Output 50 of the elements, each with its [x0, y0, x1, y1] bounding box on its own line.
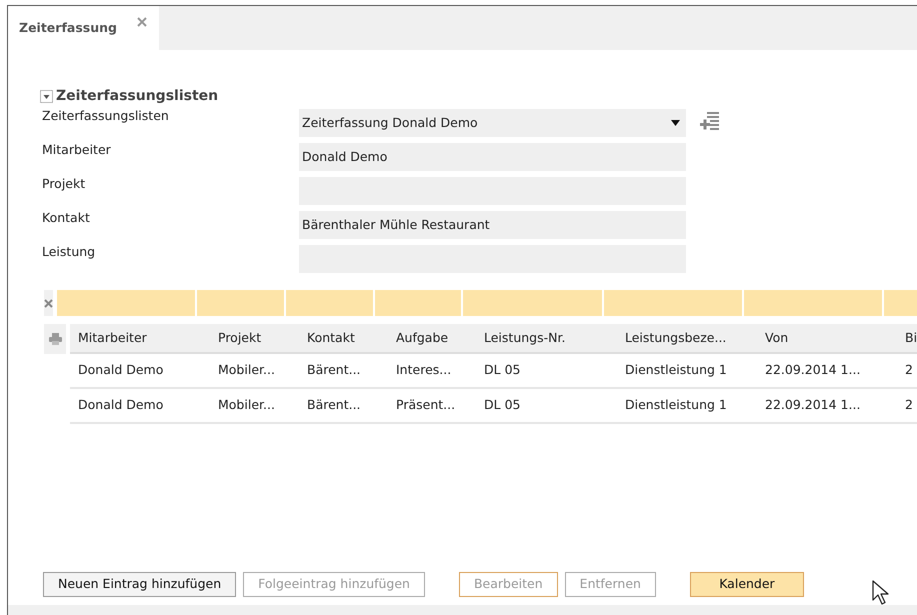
- table-cell-text: Donald Demo: [77, 396, 164, 414]
- filter-cell[interactable]: [197, 290, 286, 316]
- collapse-icon[interactable]: [40, 90, 53, 103]
- cursor-icon: [872, 580, 890, 606]
- field-label: Leistung: [41, 243, 96, 261]
- column-header[interactable]: Bi: [897, 324, 917, 352]
- button[interactable]: Kalender: [690, 572, 804, 597]
- filter-cell[interactable]: [286, 290, 375, 316]
- column-header[interactable]: Mitarbeiter: [70, 324, 210, 352]
- table-cell-text: 2: [904, 396, 914, 414]
- input-field[interactable]: Bärenthaler Mühle Restaurant: [299, 211, 686, 239]
- column-header[interactable]: Leistungsbeze...: [617, 324, 757, 352]
- button[interactable]: Neuen Eintrag hinzufügen: [43, 572, 236, 597]
- table-cell-text: Bärent...: [306, 361, 362, 380]
- filter-cell[interactable]: [375, 290, 463, 316]
- section-title: Zeiterfassungslisten: [56, 87, 218, 106]
- filter-cell[interactable]: [57, 290, 197, 316]
- print-icon[interactable]: [44, 324, 66, 354]
- column-header[interactable]: Kontakt: [299, 324, 388, 352]
- column-header[interactable]: Von: [757, 324, 897, 352]
- filter-cell[interactable]: [463, 290, 604, 316]
- add-list-icon[interactable]: [700, 111, 720, 133]
- clear-filter-icon[interactable]: [44, 290, 53, 316]
- table-cell-text: 22.09.2014 1...: [764, 361, 862, 380]
- caret-icon: [671, 120, 680, 126]
- column-header[interactable]: Aufgabe: [388, 324, 476, 352]
- table-cell-text: Bärent...: [306, 396, 362, 414]
- tab[interactable]: Zeiterfassung: [8, 6, 159, 50]
- column-header[interactable]: Projekt: [210, 324, 299, 352]
- close-icon[interactable]: [137, 17, 147, 27]
- table-cell-text: 2: [904, 361, 914, 380]
- filter-cell[interactable]: [604, 290, 744, 316]
- field-label: Zeiterfassungslisten: [41, 107, 170, 125]
- table-cell-text: Dienstleistung 1: [624, 361, 728, 380]
- table-cell-text: Dienstleistung 1: [624, 396, 728, 414]
- filter-cell[interactable]: [744, 290, 884, 316]
- field-label: Projekt: [41, 175, 86, 193]
- table-cell-text: DL 05: [483, 361, 522, 380]
- dropdown[interactable]: Zeiterfassung Donald Demo: [299, 109, 686, 137]
- field-label: Kontakt: [41, 209, 91, 227]
- column-header[interactable]: Leistungs-Nr.: [476, 324, 617, 352]
- table-cell-text: Präsent...: [395, 396, 456, 414]
- table-cell-text: Interes...: [395, 361, 452, 380]
- table-cell-text: DL 05: [483, 396, 522, 414]
- field-label: Mitarbeiter: [41, 141, 112, 159]
- table-cell-text: Donald Demo: [77, 361, 164, 380]
- table-cell-text: Mobiler...: [217, 396, 276, 414]
- table-cell-text: 22.09.2014 1...: [764, 396, 862, 414]
- table-cell-text: Mobiler...: [217, 361, 276, 380]
- input-field[interactable]: Donald Demo: [299, 143, 686, 171]
